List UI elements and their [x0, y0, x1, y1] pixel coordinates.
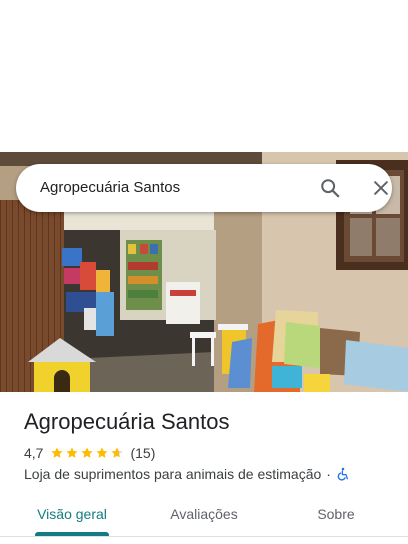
place-name: Agropecuária Santos: [24, 409, 230, 434]
search-button[interactable]: [316, 174, 344, 202]
star-icon: [66, 447, 79, 458]
separator-dot: ·: [326, 466, 331, 482]
wheelchair-icon: [337, 467, 348, 481]
map-area-blank: [0, 0, 408, 152]
star-icon: [96, 447, 109, 458]
close-button[interactable]: [367, 174, 395, 202]
search-icon: [321, 179, 340, 198]
tab-about[interactable]: Sobre: [310, 494, 362, 534]
divider: [0, 536, 408, 537]
tab-overview[interactable]: Visão geral: [35, 494, 109, 534]
star-icon: [111, 447, 124, 458]
tab-reviews[interactable]: Avaliações: [164, 494, 244, 534]
rating-stars: [50, 446, 125, 460]
star-icon: [51, 447, 64, 458]
rating-value: 4,7: [24, 445, 44, 461]
tab-bar: Visão geral Avaliações Sobre: [0, 494, 408, 536]
close-icon: [374, 181, 388, 195]
place-category: Loja de suprimentos para animais de esti…: [24, 466, 322, 482]
rating-row[interactable]: 4,7 (15): [24, 444, 155, 462]
search-input[interactable]: Agropecuária Santos: [40, 164, 180, 212]
search-bar[interactable]: Agropecuária Santos: [16, 164, 392, 212]
review-count[interactable]: (15): [130, 445, 155, 461]
category-row: Loja de suprimentos para animais de esti…: [24, 465, 350, 483]
star-icon: [81, 447, 94, 458]
